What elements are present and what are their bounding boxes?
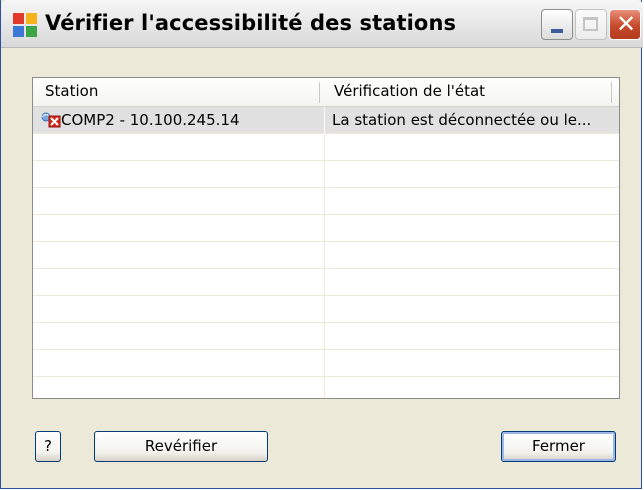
list-item[interactable]	[33, 323, 619, 350]
list-item[interactable]	[33, 188, 619, 215]
close-icon: ✕	[616, 10, 637, 38]
help-button[interactable]: ?	[35, 431, 61, 462]
list-item[interactable]	[33, 377, 619, 398]
maximize-icon	[583, 17, 598, 31]
list-item[interactable]	[33, 161, 619, 188]
stations-list[interactable]: Station Vérification de l'état COMP2 - 1…	[32, 77, 620, 399]
station-name: COMP2 - 10.100.245.14	[61, 111, 240, 129]
close-button[interactable]: Fermer	[501, 431, 616, 462]
list-item[interactable]	[33, 269, 619, 296]
minimize-button[interactable]	[541, 9, 573, 40]
list-item[interactable]	[33, 242, 619, 269]
column-divider[interactable]	[319, 82, 320, 103]
network-station-error-icon	[41, 112, 61, 128]
minimize-icon	[551, 29, 563, 33]
list-item[interactable]	[33, 350, 619, 377]
column-header-status[interactable]: Vérification de l'état	[334, 82, 485, 100]
dialog-window: Vérifier l'accessibilité des stations ✕ …	[0, 0, 643, 489]
list-item[interactable]	[33, 215, 619, 242]
list-item[interactable]	[33, 134, 619, 161]
list-item[interactable]	[33, 296, 619, 323]
window-title: Vérifier l'accessibilité des stations	[45, 11, 457, 35]
column-header-station[interactable]: Station	[45, 82, 98, 100]
station-status: La station est déconnectée ou le...	[332, 111, 592, 129]
list-rows: COMP2 - 10.100.245.14 La station est déc…	[33, 107, 619, 398]
list-header: Station Vérification de l'état	[33, 78, 619, 107]
maximize-button	[575, 9, 607, 40]
close-window-button[interactable]: ✕	[609, 9, 641, 40]
recheck-button[interactable]: Revérifier	[94, 431, 268, 462]
title-bar[interactable]: Vérifier l'accessibilité des stations ✕	[1, 0, 643, 48]
column-divider[interactable]	[611, 82, 612, 103]
avg-app-icon	[13, 13, 37, 37]
table-row[interactable]: COMP2 - 10.100.245.14 La station est déc…	[33, 107, 619, 134]
